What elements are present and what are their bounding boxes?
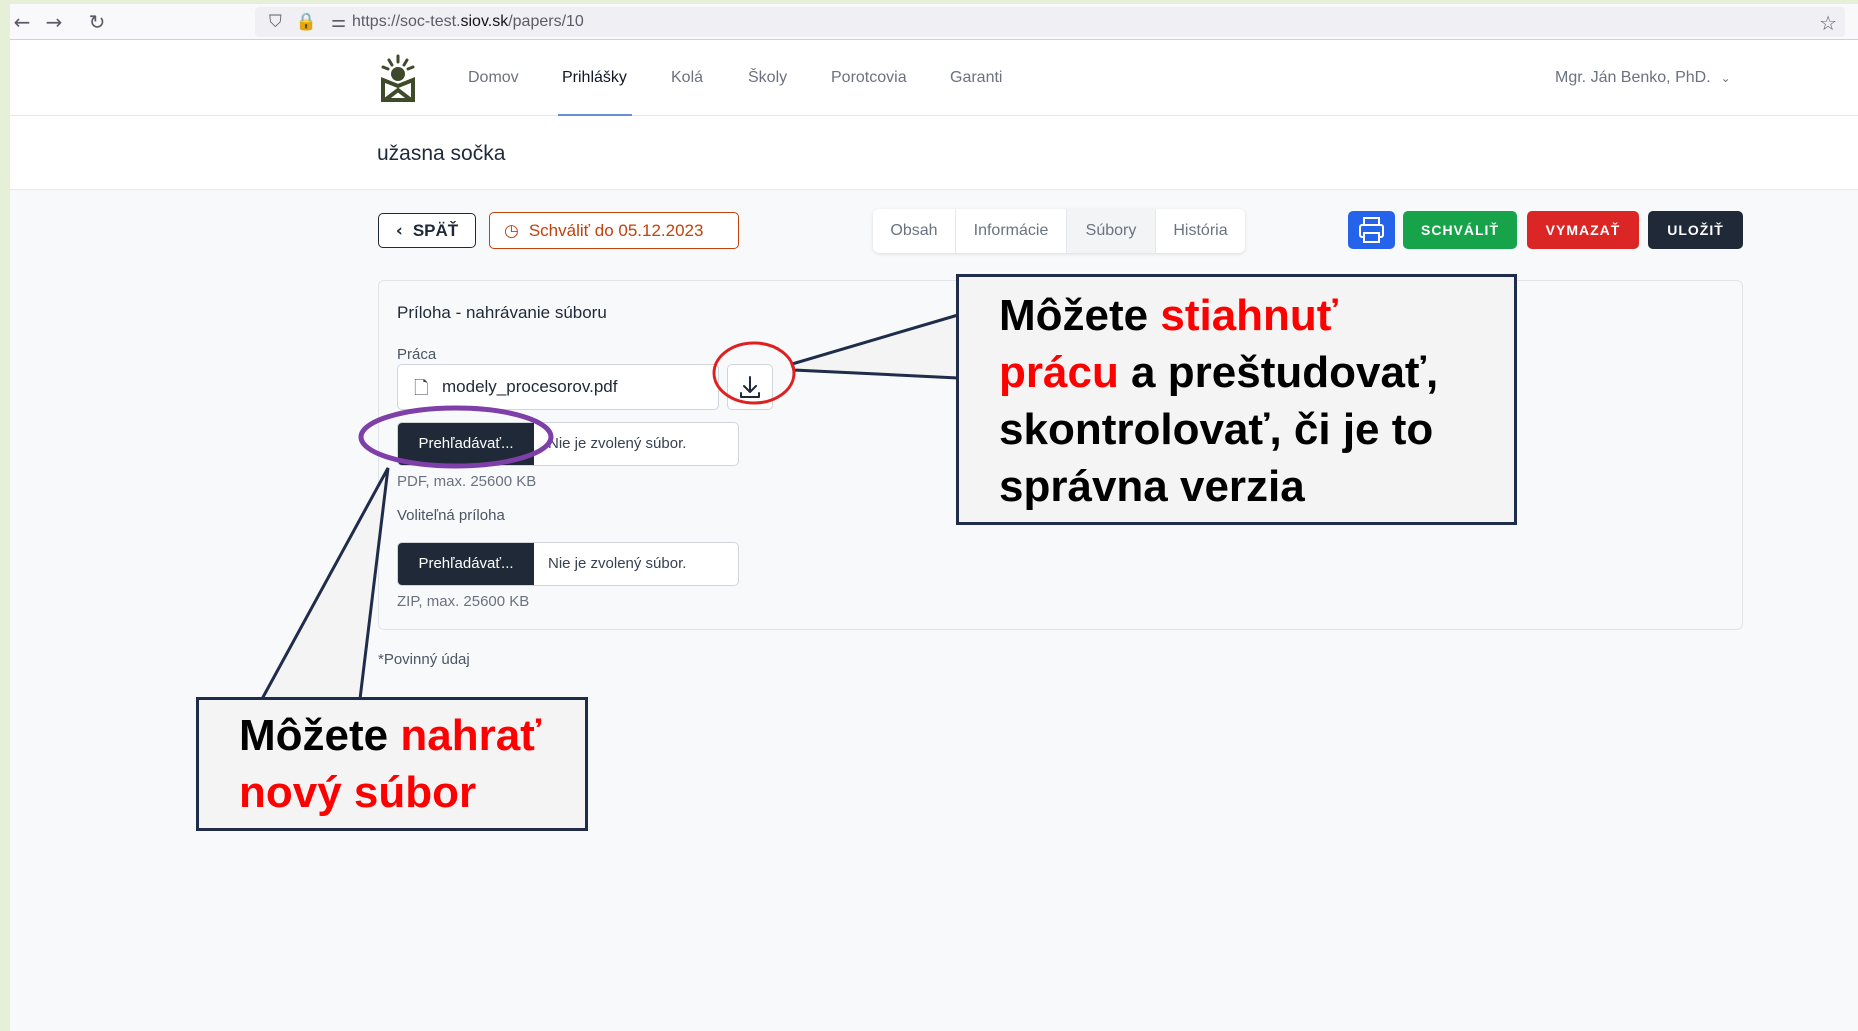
callout-text: Môžete <box>999 291 1161 340</box>
title-bar: užasna sočka <box>10 117 1858 190</box>
callout-highlight-text: prácu <box>999 348 1119 397</box>
download-callout-line4: správna verzia <box>999 462 1305 511</box>
approve-button[interactable]: SCHVÁLIŤ <box>1403 211 1517 249</box>
current-filename: modely_procesorov.pdf <box>442 377 618 396</box>
card-title: Príloha - nahrávanie súboru <box>397 303 607 322</box>
forward-arrow-icon[interactable]: → <box>42 10 66 34</box>
printer-icon <box>1359 217 1384 243</box>
url-prefix: https://soc-test. <box>352 13 461 30</box>
nav-skoly[interactable]: Školy <box>748 69 787 87</box>
download-icon <box>740 376 760 398</box>
nav-kola[interactable]: Kolá <box>671 69 703 87</box>
app-logo-icon[interactable] <box>377 54 419 102</box>
back-arrow-icon[interactable]: ← <box>10 10 34 34</box>
download-callout: Môžete stiahnuť prácu a preštudovať, sko… <box>956 274 1517 525</box>
callout-highlight-text: stiahnuť <box>1160 291 1338 340</box>
download-callout-line1: Môžete stiahnuť <box>999 287 1514 344</box>
url-security-icons: ⛉ 🔒 ⚌ <box>269 12 360 32</box>
work-hint: PDF, max. 25600 KB <box>397 473 537 490</box>
document-icon: 🗋 <box>414 378 429 399</box>
optional-label: Voliteľná príloha <box>397 507 505 524</box>
upload-callout-line2: nový súbor <box>239 768 477 817</box>
download-button[interactable] <box>727 364 773 410</box>
url-text[interactable]: https://soc-test.siov.sk/papers/10 <box>352 13 584 31</box>
nav-prihlasky[interactable]: Prihlášky <box>562 69 627 87</box>
optional-hint: ZIP, max. 25600 KB <box>397 593 530 610</box>
main-content: ‹ SPÄŤ ◷ Schváliť do 05.12.2023 Obsah Info… <box>10 190 1858 1031</box>
url-path: /papers/10 <box>508 13 584 30</box>
reload-icon[interactable]: ↻ <box>85 10 109 34</box>
nav-porotcovia[interactable]: Porotcovia <box>831 69 907 87</box>
callout-text: a preštudovať, <box>1118 348 1439 397</box>
upload-callout: Môžete nahrať nový súbor <box>196 697 588 831</box>
chevron-down-icon: ⌄ <box>1720 71 1731 85</box>
callout-highlight-text: nahrať <box>400 711 542 760</box>
optional-no-file-text: Nie je zvolený súbor. <box>548 555 687 572</box>
address-bar[interactable]: ⛉ 🔒 ⚌ https://soc-test.siov.sk/papers/10 ☆ <box>255 7 1845 37</box>
upload-callout-line1: Môžete nahrať <box>239 707 585 764</box>
back-label: SPÄŤ <box>412 221 459 240</box>
user-menu[interactable]: Mgr. Ján Benko, PhD. ⌄ <box>1555 69 1731 87</box>
user-name: Mgr. Ján Benko, PhD. <box>1555 69 1711 86</box>
clock-icon: ◷ <box>504 221 519 241</box>
callout-text: Môžete <box>239 711 401 760</box>
back-button[interactable]: ‹ SPÄŤ <box>378 213 476 248</box>
page-title: užasna sočka <box>377 142 506 165</box>
browser-toolbar: ← → ↻ ⛉ 🔒 ⚌ https://soc-test.siov.sk/paper… <box>10 4 1858 40</box>
active-nav-indicator <box>558 114 632 116</box>
download-callout-line3: skontrolovať, či je to <box>999 405 1434 454</box>
work-no-file-text: Nie je zvolený súbor. <box>548 435 687 452</box>
current-file: 🗋 modely_procesorov.pdf <box>397 364 719 410</box>
screen: ← → ↻ ⛉ 🔒 ⚌ https://soc-test.siov.sk/paper… <box>10 4 1858 1031</box>
required-note: *Povinný údaj <box>378 651 470 668</box>
tab-bar: Obsah Informácie Súbory História <box>873 209 1245 253</box>
work-file-input[interactable]: Prehľadávať... Nie je zvolený súbor. <box>397 422 739 466</box>
tab-informacie[interactable]: Informácie <box>956 209 1067 253</box>
shield-icon: ⛉ <box>269 12 282 32</box>
url-domain: siov.sk <box>460 13 509 30</box>
save-button[interactable]: ULOŽIŤ <box>1648 211 1743 249</box>
deadline-button[interactable]: ◷ Schváliť do 05.12.2023 <box>489 212 739 249</box>
work-browse-button[interactable]: Prehľadávať... <box>398 423 534 465</box>
bookmark-star-icon[interactable]: ☆ <box>1819 11 1837 35</box>
nav-garanti[interactable]: Garanti <box>950 69 1002 87</box>
print-button[interactable] <box>1348 211 1395 249</box>
tab-obsah[interactable]: Obsah <box>873 209 956 253</box>
delete-button[interactable]: VYMAZAŤ <box>1527 211 1639 249</box>
app-header: Domov Prihlášky Kolá Školy Porotcovia Ga… <box>10 40 1858 116</box>
deadline-label: Schváliť do 05.12.2023 <box>528 221 704 240</box>
work-label: Práca <box>397 346 437 363</box>
download-callout-line2: prácu a preštudovať, <box>999 344 1514 401</box>
nav-domov[interactable]: Domov <box>468 69 519 87</box>
chevron-left-icon: ‹ <box>395 221 403 241</box>
lock-icon: 🔒 <box>295 12 317 32</box>
optional-file-input[interactable]: Prehľadávať... Nie je zvolený súbor. <box>397 542 739 586</box>
optional-browse-button[interactable]: Prehľadávať... <box>398 543 534 585</box>
tab-historia[interactable]: História <box>1156 209 1245 253</box>
tab-subory[interactable]: Súbory <box>1067 209 1156 253</box>
permissions-icon: ⚌ <box>330 12 347 32</box>
